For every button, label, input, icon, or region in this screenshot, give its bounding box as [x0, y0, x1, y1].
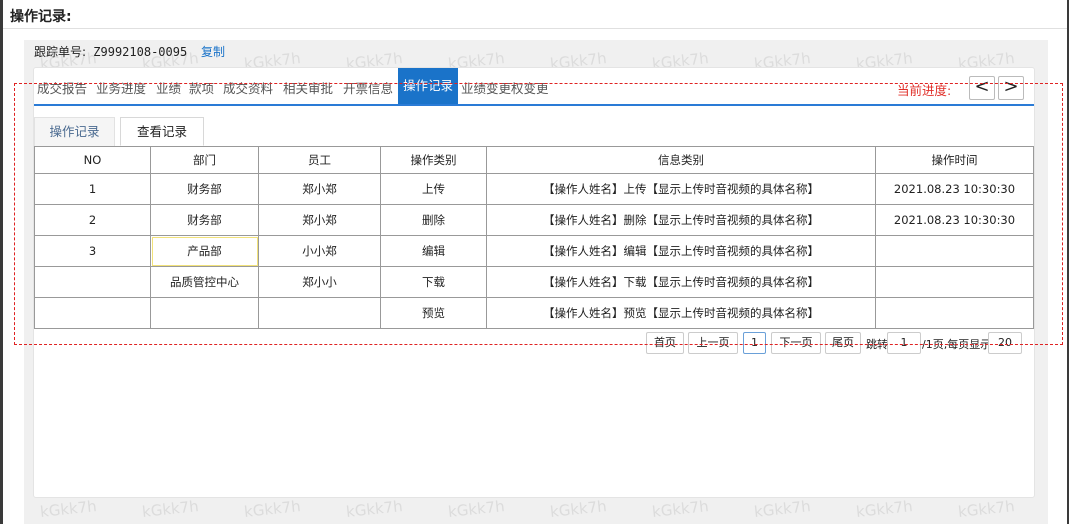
column-header-info-type: 信息类别 [486, 146, 876, 174]
copy-link[interactable]: 复制 [201, 43, 225, 60]
cell-department [150, 297, 259, 329]
tab-approvals[interactable]: 相关审批 [283, 78, 333, 97]
cell-operation-type: 删除 [380, 204, 487, 236]
pagination: 首页 上一页 1 下一页 尾页 跳转 1 /1页,每页显示 20 [0, 332, 1069, 354]
cell-department: 产品部 [150, 235, 259, 267]
tab-payments[interactable]: 款项 [189, 78, 214, 97]
main-tabs: 成交报告 业务进度 业绩 款项 成交资料 相关审批 开票信息 操作记录 业绩变更… [34, 68, 1034, 106]
cell-operation-type: 下载 [380, 266, 487, 298]
cell-department: 财务部 [150, 173, 259, 205]
tracking-label: 跟踪单号: [34, 45, 87, 59]
column-header-department: 部门 [150, 146, 259, 174]
subtab-view-records[interactable]: 查看记录 [120, 117, 204, 146]
table-header-row: NO 部门 员工 操作类别 信息类别 操作时间 [34, 146, 1034, 174]
records-table: NO 部门 员工 操作类别 信息类别 操作时间 1 财务部 郑小郑 上传 【操作… [34, 146, 1034, 329]
cell-employee [258, 297, 381, 329]
table-row: 预览 【操作人姓名】预览【显示上传时音视频的具体名称】 [34, 297, 1034, 329]
cell-operation-type: 上传 [380, 173, 487, 205]
page-title: 操作记录: [10, 9, 72, 25]
cell-operation-type: 预览 [380, 297, 487, 329]
tab-performance[interactable]: 业绩 [156, 78, 181, 97]
cell-operation-time: 2021.08.23 10:30:30 [875, 204, 1034, 236]
tab-performance-change[interactable]: 业绩变更权变更 [461, 78, 549, 97]
tab-business-progress[interactable]: 业务进度 [96, 78, 146, 97]
tab-invoice-info[interactable]: 开票信息 [343, 78, 393, 97]
chevron-right-icon[interactable]: > [998, 76, 1024, 100]
jump-label: 跳转 [866, 338, 888, 351]
chevron-left-icon[interactable]: < [969, 76, 995, 100]
cell-info-type: 【操作人姓名】下载【显示上传时音视频的具体名称】 [486, 266, 876, 298]
pages-text: /1页,每页显示 [922, 338, 992, 351]
next-page-button[interactable]: 下一页 [771, 332, 821, 354]
cell-operation-type: 编辑 [380, 235, 487, 267]
last-page-button[interactable]: 尾页 [825, 332, 861, 354]
cell-info-type: 【操作人姓名】上传【显示上传时音视频的具体名称】 [486, 173, 876, 205]
cell-department: 品质管控中心 [150, 266, 259, 298]
cell-no: 2 [34, 204, 151, 236]
table-row: 3 产品部 小小郑 编辑 【操作人姓名】编辑【显示上传时音视频的具体名称】 [34, 235, 1034, 267]
cell-employee: 郑小郑 [258, 204, 381, 236]
cell-operation-time [875, 235, 1034, 267]
table-row: 1 财务部 郑小郑 上传 【操作人姓名】上传【显示上传时音视频的具体名称】 20… [34, 173, 1034, 205]
cell-employee: 郑小郑 [258, 173, 381, 205]
tracking-number: 跟踪单号: Z9992108-0095 [34, 43, 187, 60]
cell-info-type: 【操作人姓名】预览【显示上传时音视频的具体名称】 [486, 297, 876, 329]
cell-operation-time: 2021.08.23 10:30:30 [875, 173, 1034, 205]
tab-deal-report[interactable]: 成交报告 [37, 78, 87, 97]
cell-operation-time [875, 297, 1034, 329]
cell-operation-time [875, 266, 1034, 298]
cell-department: 财务部 [150, 204, 259, 236]
cell-no [34, 297, 151, 329]
current-progress-label: 当前进度: [897, 83, 952, 98]
subtab-operation-records[interactable]: 操作记录 [34, 117, 115, 146]
table-row: 品质管控中心 郑小小 下载 【操作人姓名】下载【显示上传时音视频的具体名称】 [34, 266, 1034, 298]
column-header-operation-time: 操作时间 [875, 146, 1034, 174]
column-header-operation-type: 操作类别 [380, 146, 487, 174]
cell-employee: 小小郑 [258, 235, 381, 267]
tab-operation-records[interactable]: 操作记录 [398, 68, 459, 104]
column-header-no: NO [34, 146, 151, 174]
page-size-input[interactable]: 20 [988, 332, 1022, 354]
cell-no: 1 [34, 173, 151, 205]
tracking-value: Z9992108-0095 [93, 45, 188, 59]
cell-employee: 郑小小 [258, 266, 381, 298]
table-row: 2 财务部 郑小郑 删除 【操作人姓名】删除【显示上传时音视频的具体名称】 20… [34, 204, 1034, 236]
cell-no [34, 266, 151, 298]
first-page-button[interactable]: 首页 [646, 332, 684, 354]
jump-page-input[interactable]: 1 [887, 332, 921, 354]
column-header-employee: 员工 [258, 146, 381, 174]
cell-info-type: 【操作人姓名】编辑【显示上传时音视频的具体名称】 [486, 235, 876, 267]
cell-no: 3 [34, 235, 151, 267]
current-page-button[interactable]: 1 [743, 332, 766, 354]
title-divider [3, 28, 1067, 29]
tab-deal-documents[interactable]: 成交资料 [223, 78, 273, 97]
prev-page-button[interactable]: 上一页 [688, 332, 738, 354]
cell-info-type: 【操作人姓名】删除【显示上传时音视频的具体名称】 [486, 204, 876, 236]
